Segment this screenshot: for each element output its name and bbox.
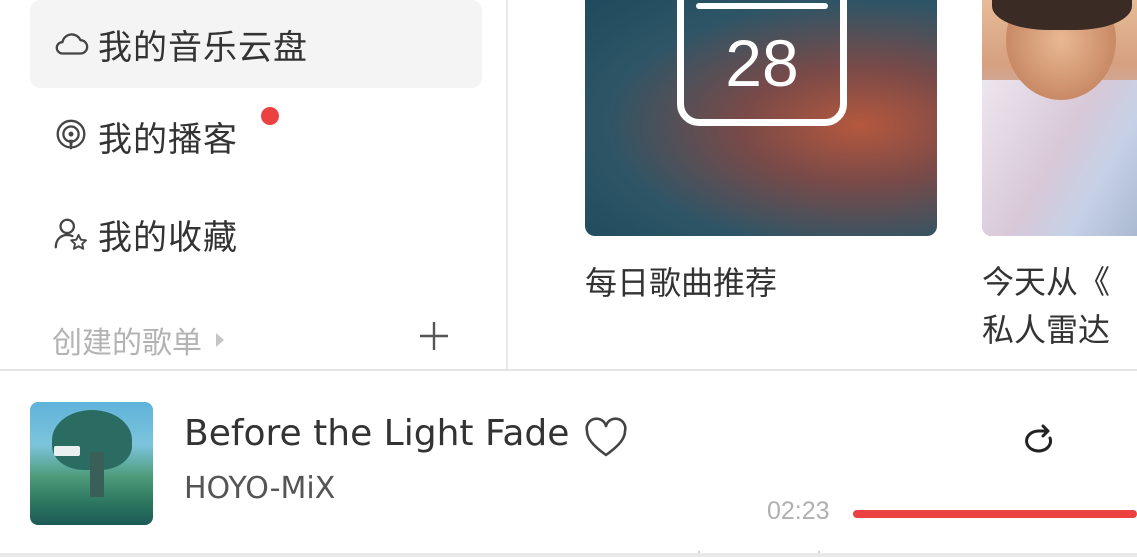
sidebar-item-label: 我的收藏 [98,217,238,258]
sidebar-item-cloud-drive[interactable]: 我的音乐云盘 [30,0,482,88]
private-radar-cover[interactable] [982,0,1137,236]
heart-icon[interactable] [582,415,630,463]
favorite-user-icon [50,213,92,255]
calendar-day: 28 [725,26,799,100]
song-title[interactable]: Before the Light Fades [184,413,568,454]
calendar-icon: 28 [677,0,847,126]
card-title[interactable]: 今天从《 私人雷达 [982,258,1110,354]
card-title[interactable]: 每日歌曲推荐 [585,258,777,304]
section-label: 创建的歌单 [52,326,202,361]
card-title-line: 今天从《 [982,263,1111,301]
plus-icon[interactable] [416,318,452,354]
daily-recommend-cover[interactable]: 28 [585,0,937,236]
notification-dot [261,107,279,125]
album-cover[interactable] [30,402,153,525]
podcast-icon [50,115,92,157]
card-title-line: 私人雷达 [982,311,1111,349]
main-content: 28 每日歌曲推荐 今天从《 私人雷达 [510,0,1137,369]
player-bottom-border [0,553,1137,557]
repeat-icon[interactable] [1016,423,1060,459]
player-bar: Before the Light Fades HOYO-MiX 02:23 [0,369,1137,555]
progress-bar[interactable] [853,510,1137,518]
cloud-icon [50,23,92,65]
current-time: 02:23 [767,497,830,525]
sidebar: 我的音乐云盘 我的播客 我的收藏 创建的歌单 [0,0,508,369]
sidebar-item-favorites[interactable]: 我的收藏 [30,190,482,278]
caret-right-icon [216,333,224,347]
artist-name[interactable]: HOYO-MiX [184,471,335,506]
created-playlists-header[interactable]: 创建的歌单 [52,314,452,366]
sidebar-item-podcast[interactable]: 我的播客 [30,92,482,180]
sidebar-item-label: 我的播客 [98,119,238,160]
sidebar-item-label: 我的音乐云盘 [98,27,308,68]
